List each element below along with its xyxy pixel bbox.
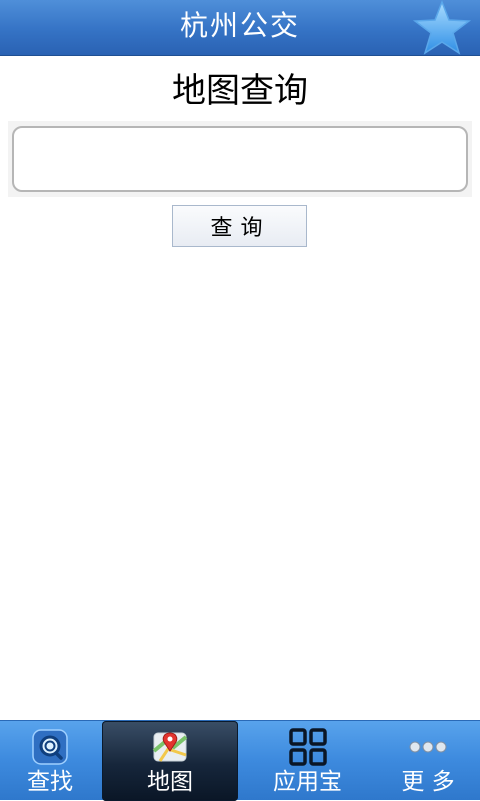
search-icon	[30, 727, 70, 767]
tab-app-store[interactable]: 应用宝	[240, 721, 375, 801]
tab-search[interactable]: 查找	[0, 721, 100, 801]
more-icon	[408, 727, 448, 767]
page-title: 地图查询	[172, 71, 308, 111]
tab-more[interactable]: 更 多	[376, 721, 480, 801]
search-input-container	[8, 121, 472, 197]
search-button[interactable]: 查询	[172, 205, 307, 247]
bottom-tab-bar: 查找 地图 应用宝 更 多	[0, 720, 480, 801]
tab-search-label: 查找	[27, 769, 73, 795]
tab-app-store-label: 应用宝	[273, 769, 342, 795]
app-title: 杭州公交	[179, 9, 300, 42]
favorite-button[interactable]	[410, 0, 474, 56]
tab-map-label: 地图	[147, 769, 193, 795]
tab-map[interactable]: 地图	[102, 721, 238, 801]
map-icon	[150, 727, 190, 767]
tab-more-label: 更 多	[401, 769, 455, 795]
app-header: 杭州公交	[0, 0, 480, 56]
star-icon	[412, 0, 472, 55]
grid-icon	[288, 727, 328, 767]
map-search-input[interactable]	[12, 126, 468, 192]
